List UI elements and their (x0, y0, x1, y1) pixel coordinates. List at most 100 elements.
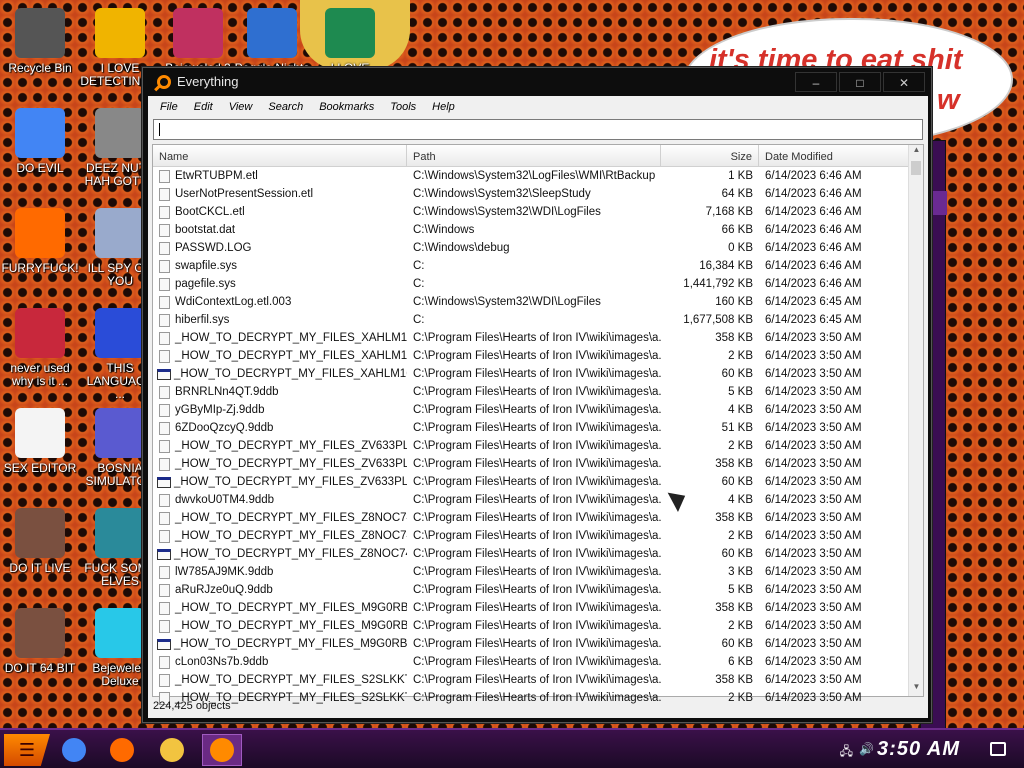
table-row[interactable]: WdiContextLog.etl.003 C:\Windows\System32… (153, 293, 923, 311)
size-cell: 358 KB (715, 332, 753, 344)
file-name: _HOW_TO_DECRYPT_MY_FILES_ZV633PLA_.hta (174, 476, 407, 488)
taskbar-chrome-button[interactable] (54, 734, 94, 766)
path-cell: C:\Program Files\Hearts of Iron IV\wiki\… (413, 584, 661, 596)
scroll-up-arrow-icon[interactable]: ▲ (909, 145, 924, 159)
file-name: dwvkoU0TM4.9ddb (175, 494, 275, 506)
table-row[interactable]: BootCKCL.etl C:\Windows\System32\WDI\LogF… (153, 203, 923, 221)
table-row[interactable]: _HOW_TO_DECRYPT_MY_FILES_M9G0RB1_.png C:\… (153, 599, 923, 617)
everything-window[interactable]: Everything – □ ✕ File Edit View Search Bookm… (142, 67, 932, 723)
minimize-button[interactable]: – (795, 72, 837, 92)
date-cell: 6/14/2023 3:50 AM (765, 440, 862, 452)
size-cell: 60 KB (721, 368, 753, 380)
table-row[interactable]: _HOW_TO_DECRYPT_MY_FILES_ZV633PLA_.hta C:… (153, 473, 923, 491)
date-cell: 6/14/2023 3:50 AM (765, 566, 862, 578)
table-row[interactable]: PASSWD.LOG C:\Windows\debug 0 KB 6/14/2023 … (153, 239, 923, 257)
column-size-header[interactable]: Size (661, 145, 759, 166)
title-bar[interactable]: Everything – □ ✕ (143, 68, 931, 96)
table-row[interactable]: _HOW_TO_DECRYPT_MY_FILES_M9G0RB1_.hta C:\… (153, 635, 923, 653)
results-list[interactable]: Name Path Size Date Modified EtwRTUBPM.e… (152, 144, 924, 705)
desktop-icon[interactable]: DO EVIL (0, 102, 80, 198)
desktop-icon[interactable]: SEX EDITOR (0, 402, 80, 498)
scroll-down-arrow-icon[interactable]: ▼ (909, 682, 924, 696)
table-row[interactable]: dwvkoU0TM4.9ddb C:\Program Files\Hearts o… (153, 491, 923, 509)
table-row[interactable]: _HOW_TO_DECRYPT_MY_FILES_Z8NOC74_.hta C:\… (153, 545, 923, 563)
table-row[interactable]: lW785AJ9MK.9ddb C:\Program Files\Hearts o… (153, 563, 923, 581)
table-row[interactable]: _HOW_TO_DECRYPT_MY_FILES_M9G0RB1_.txt C:\… (153, 617, 923, 635)
menu-search[interactable]: Search (260, 101, 311, 113)
table-row[interactable]: _HOW_TO_DECRYPT_MY_FILES_ZV633PLA_.txt C:… (153, 437, 923, 455)
column-date-header[interactable]: Date Modified (759, 145, 912, 166)
table-row[interactable]: _HOW_TO_DECRYPT_MY_FILES_Z8NOC74_.txt C:\… (153, 527, 923, 545)
table-row[interactable]: BRNRLNn4QT.9ddb C:\Program Files\Hearts o… (153, 383, 923, 401)
path-cell: C:\Windows\System32\LogFiles\WMI\RtBacku… (413, 170, 656, 182)
table-row[interactable]: UserNotPresentSession.etl C:\Windows\Syst… (153, 185, 923, 203)
table-row[interactable]: _HOW_TO_DECRYPT_MY_FILES_XAHLM16_.png C:\… (153, 329, 923, 347)
desktop-icon[interactable]: FURRYFUCK! (0, 202, 80, 298)
desktop-icon[interactable]: Recycle Bin (0, 2, 80, 98)
file-icon (159, 529, 170, 543)
table-row[interactable]: 6ZDooQzcyQ.9ddb C:\Program Files\Hearts o… (153, 419, 923, 437)
date-cell: 6/14/2023 3:50 AM (765, 620, 862, 632)
table-row[interactable]: _HOW_TO_DECRYPT_MY_FILES_XAHLM16_.txt C:\… (153, 347, 923, 365)
table-row[interactable]: _HOW_TO_DECRYPT_MY_FILES_ZV633PLA_.png C:… (153, 455, 923, 473)
taskbar-explorer-button[interactable] (152, 734, 192, 766)
clock[interactable]: 3:50 AM (877, 738, 960, 761)
desktop-icon[interactable]: never used why is it ... (0, 302, 80, 398)
date-cell: 6/14/2023 3:50 AM (765, 674, 862, 686)
path-cell: C:\Windows\System32\WDI\LogFiles (413, 296, 601, 308)
table-row[interactable]: _HOW_TO_DECRYPT_MY_FILES_Z8NOC74_.png C:\… (153, 509, 923, 527)
scroll-thumb[interactable] (911, 161, 921, 175)
network-icon[interactable]: 🖧 (840, 742, 853, 763)
search-input[interactable] (153, 119, 923, 140)
desktop-icon[interactable]: DO IT LIVE (0, 502, 80, 598)
table-row[interactable]: _HOW_TO_DECRYPT_MY_FILES_S2SLKKT7_.txtC:… (153, 689, 923, 707)
table-row[interactable]: yGByMIp-Zj.9ddb C:\Program Files\Hearts o… (153, 401, 923, 419)
volume-icon[interactable]: 🔊 (859, 742, 874, 763)
size-cell: 2 KB (728, 350, 753, 362)
file-icon (159, 493, 170, 507)
table-row[interactable]: pagefile.sys C: 1,441,792 KB 6/14/2023 6:46… (153, 275, 923, 293)
date-cell: 6/14/2023 3:50 AM (765, 602, 862, 614)
table-row[interactable]: swapfile.sys C: 16,384 KB 6/14/2023 6:46 AM (153, 257, 923, 275)
path-cell: C:\Windows\System32\SleepStudy (413, 188, 591, 200)
file-icon (159, 403, 170, 417)
menu-bookmarks[interactable]: Bookmarks (311, 101, 382, 113)
results-rows: EtwRTUBPM.etl C:\Windows\System32\LogFile… (153, 167, 923, 707)
vertical-scrollbar[interactable]: ▲ ▼ (908, 145, 923, 696)
table-row[interactable]: aRuRJze0uQ.9ddb C:\Program Files\Hearts o… (153, 581, 923, 599)
menu-view[interactable]: View (221, 101, 261, 113)
column-name-header[interactable]: Name (153, 145, 407, 166)
close-button[interactable]: ✕ (883, 72, 925, 92)
date-cell: 6/14/2023 3:50 AM (765, 404, 862, 416)
file-icon (159, 619, 170, 633)
file-name-cell: dwvkoU0TM4.9ddb (153, 493, 407, 507)
table-row[interactable]: cLon03Ns7b.9ddb C:\Program Files\Hearts o… (153, 653, 923, 671)
size-cell: 2 KB (728, 620, 753, 632)
menu-tools[interactable]: Tools (382, 101, 424, 113)
notification-icon[interactable] (990, 742, 1006, 756)
maximize-button[interactable]: □ (839, 72, 881, 92)
size-cell: 16,384 KB (699, 260, 753, 272)
file-name-cell: pagefile.sys (153, 277, 407, 291)
size-cell: 5 KB (728, 584, 753, 596)
date-cell: 6/14/2023 6:46 AM (765, 242, 862, 254)
table-row[interactable]: _HOW_TO_DECRYPT_MY_FILES_S2SLKKT7_.png C:… (153, 671, 923, 689)
system-file-icon (159, 313, 170, 327)
table-row[interactable]: hiberfil.sys C: 1,677,508 KB 6/14/2023 6:45… (153, 311, 923, 329)
table-row[interactable]: EtwRTUBPM.etl C:\Windows\System32\LogFile… (153, 167, 923, 185)
desktop-icon[interactable]: DO IT 64 BIT (0, 602, 80, 698)
date-cell: 6/14/2023 3:50 AM (765, 386, 862, 398)
taskbar-everything-button[interactable] (202, 734, 242, 766)
table-row[interactable]: _HOW_TO_DECRYPT_MY_FILES_XAHLM16_.hta C:\… (153, 365, 923, 383)
file-name: pagefile.sys (175, 278, 236, 290)
taskbar-firefox-button[interactable] (102, 734, 142, 766)
menu-edit[interactable]: Edit (186, 101, 221, 113)
start-button[interactable]: ☰ (4, 734, 50, 766)
file-name: _HOW_TO_DECRYPT_MY_FILES_S2SLKKT7_.png (175, 674, 407, 686)
path-cell: C:\Program Files\Hearts of Iron IV\wiki\… (413, 458, 661, 470)
menu-help[interactable]: Help (424, 101, 463, 113)
column-path-header[interactable]: Path (407, 145, 661, 166)
file-name-cell: hiberfil.sys (153, 313, 407, 327)
menu-file[interactable]: File (152, 101, 186, 113)
table-row[interactable]: bootstat.dat C:\Windows 66 KB 6/14/2023 6:4… (153, 221, 923, 239)
